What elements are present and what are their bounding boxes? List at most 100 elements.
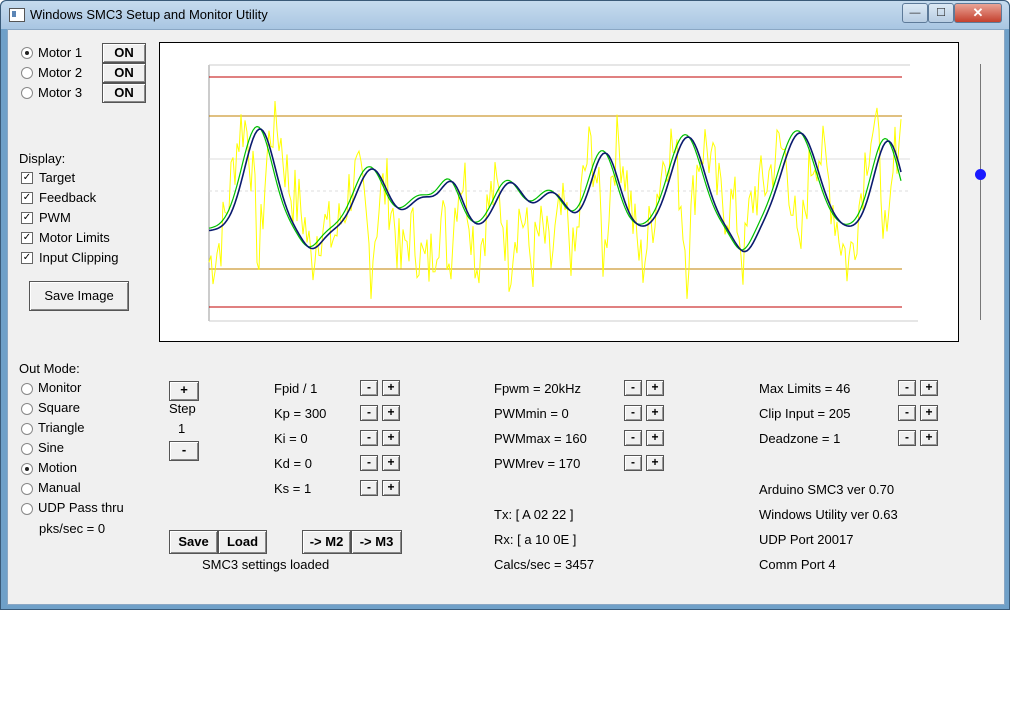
ki-minus[interactable]: - [360,430,378,446]
ks-plus[interactable]: + [382,480,400,496]
feedback-label: Feedback [39,190,97,205]
pwm-checkbox[interactable]: ✓ [21,212,33,224]
packets-per-second: pks/sec = 0 [39,521,106,536]
kd-plus[interactable]: + [382,455,400,471]
clip-input-label: Clip Input = 205 [759,406,851,421]
ks-label: Ks = 1 [274,481,312,496]
fpid-label: Fpid / 1 [274,381,318,396]
app-icon [9,8,25,22]
fpwm-minus[interactable]: - [624,380,642,396]
motor-3-radio[interactable] [21,87,33,99]
motor-limits-checkbox[interactable]: ✓ [21,232,33,244]
step-minus-button[interactable]: - [169,441,199,461]
fpwm-label: Fpwm = 20kHz [494,381,582,396]
tx-readout: Tx: [ A 02 22 ] [494,507,574,522]
maximize-button[interactable]: ☐ [928,3,954,23]
fpid-plus[interactable]: + [382,380,400,396]
target-checkbox[interactable]: ✓ [21,172,33,184]
motor-2-radio[interactable] [21,67,33,79]
pwmrev-plus[interactable]: + [646,455,664,471]
chart-svg [208,64,918,322]
square-label: Square [38,400,80,415]
monitor-radio[interactable] [21,383,33,395]
udp-pass-thru-radio[interactable] [21,503,33,515]
rx-readout: Rx: [ a 10 0E ] [494,532,577,547]
arduino-version: Arduino SMC3 ver 0.70 [759,482,895,497]
utility-version: Windows Utility ver 0.63 [759,507,898,522]
max-limits-plus[interactable]: + [920,380,938,396]
manual-radio[interactable] [21,483,33,495]
client-area: Motor 1 ON Motor 2 ON Motor 3 ON Display… [7,29,1005,605]
feedback-checkbox[interactable]: ✓ [21,192,33,204]
input-clipping-checkbox[interactable]: ✓ [21,252,33,264]
status-text: SMC3 settings loaded [202,557,330,572]
max-limits-label: Max Limits = 46 [759,381,851,396]
kp-label: Kp = 300 [274,406,327,421]
motor-3-on-button[interactable]: ON [102,83,146,103]
pwm-label: PWM [39,210,71,225]
ki-label: Ki = 0 [274,431,308,446]
triangle-radio[interactable] [21,423,33,435]
ki-plus[interactable]: + [382,430,400,446]
deadzone-plus[interactable]: + [920,430,938,446]
pwmrev-minus[interactable]: - [624,455,642,471]
motor-1-on-button[interactable]: ON [102,43,146,63]
title-bar: Windows SMC3 Setup and Monitor Utility —… [1,1,1009,29]
udp-port: UDP Port 20017 [759,532,854,547]
triangle-label: Triangle [38,420,85,435]
step-value: 1 [178,421,186,436]
close-button[interactable]: ✕ [954,3,1002,23]
copy-to-m2-button[interactable]: -> M2 [302,530,351,554]
motor-1-label: Motor 1 [38,45,83,60]
step-plus-button[interactable]: + [169,381,199,401]
pwmmax-plus[interactable]: + [646,430,664,446]
save-image-button[interactable]: Save Image [29,281,129,311]
motion-radio[interactable] [21,463,33,475]
step-label: Step [169,401,196,416]
slider-track[interactable] [980,64,981,320]
square-radio[interactable] [21,403,33,415]
pwmmin-minus[interactable]: - [624,405,642,421]
max-limits-minus[interactable]: - [898,380,916,396]
clip-input-plus[interactable]: + [920,405,938,421]
pwmmin-plus[interactable]: + [646,405,664,421]
app-window: Windows SMC3 Setup and Monitor Utility —… [0,0,1010,610]
out-mode-heading: Out Mode: [19,361,80,376]
monitor-label: Monitor [38,380,82,395]
pwmmin-label: PWMmin = 0 [494,406,569,421]
kp-plus[interactable]: + [382,405,400,421]
fpid-minus[interactable]: - [360,380,378,396]
pwmmax-label: PWMmax = 160 [494,431,587,446]
save-button[interactable]: Save [169,530,218,554]
sine-label: Sine [38,440,65,455]
motor-2-label: Motor 2 [38,65,83,80]
udp-pass-thru-label: UDP Pass thru [38,500,124,515]
motor-3-label: Motor 3 [38,85,83,100]
comm-port: Comm Port 4 [759,557,836,572]
sine-radio[interactable] [21,443,33,455]
input-clipping-label: Input Clipping [39,250,119,265]
kd-label: Kd = 0 [274,456,312,471]
copy-to-m3-button[interactable]: -> M3 [351,530,402,554]
slider-thumb[interactable] [975,169,986,180]
fpwm-plus[interactable]: + [646,380,664,396]
display-heading: Display: [19,151,66,166]
target-label: Target [39,170,76,185]
kp-minus[interactable]: - [360,405,378,421]
minimize-button[interactable]: — [902,3,928,23]
ks-minus[interactable]: - [360,480,378,496]
manual-label: Manual [38,480,81,495]
clip-input-minus[interactable]: - [898,405,916,421]
monitor-chart [159,42,959,342]
kd-minus[interactable]: - [360,455,378,471]
pwmrev-label: PWMrev = 170 [494,456,581,471]
pwmmax-minus[interactable]: - [624,430,642,446]
motor-1-radio[interactable] [21,47,33,59]
target-trace [208,128,902,253]
motor-2-on-button[interactable]: ON [102,63,146,83]
load-button[interactable]: Load [218,530,267,554]
motion-label: Motion [38,460,78,475]
deadzone-minus[interactable]: - [898,430,916,446]
motor-limits-label: Motor Limits [39,230,110,245]
deadzone-label: Deadzone = 1 [759,431,841,446]
